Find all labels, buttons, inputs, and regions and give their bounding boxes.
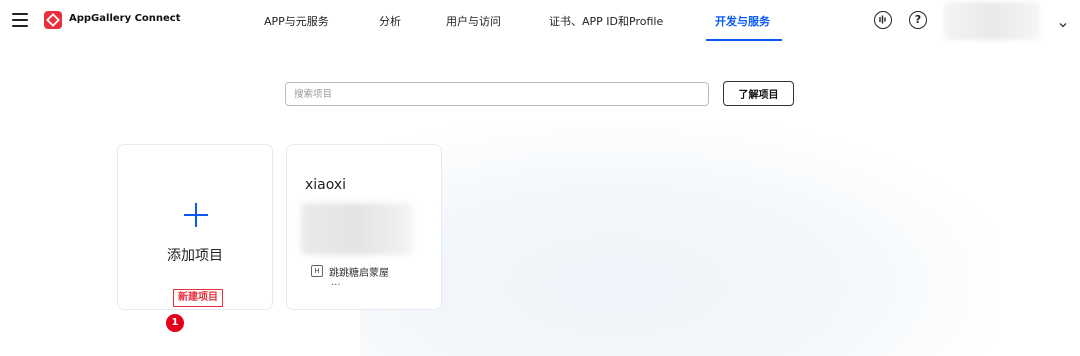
more-apps-indicator: ... — [331, 277, 341, 288]
help-icon[interactable]: ? — [909, 11, 927, 29]
nav-item-dev-services[interactable]: 开发与服务 — [715, 13, 770, 29]
project-name: xiaoxi — [305, 177, 347, 193]
add-project-card[interactable]: 添加项目 新建项目 — [117, 144, 273, 310]
menu-icon[interactable] — [12, 13, 28, 27]
brand-name[interactable]: AppGallery Connect — [69, 13, 181, 24]
project-info-redacted — [301, 203, 413, 255]
user-avatar[interactable] — [944, 2, 1040, 40]
help-symbol: ? — [914, 13, 922, 26]
plus-icon — [184, 203, 208, 227]
nav-item-app-services[interactable]: APP与元服务 — [264, 13, 329, 29]
voice-feedback-icon[interactable] — [874, 11, 892, 29]
chevron-down-icon[interactable] — [1058, 15, 1068, 28]
add-project-label: 添加项目 — [167, 248, 223, 264]
nav-item-analytics[interactable]: 分析 — [379, 13, 401, 29]
appgallery-logo-icon[interactable] — [44, 11, 62, 29]
top-bar: AppGallery Connect APP与元服务 分析 用户与访问 证书、A… — [0, 0, 1080, 42]
background-glow — [360, 120, 1000, 356]
step-badge: 1 — [166, 314, 184, 332]
project-card-xiaoxi[interactable]: xiaoxi H 跳跳糖启蒙屋 ... — [286, 144, 442, 310]
new-project-tag: 新建项目 — [173, 289, 223, 307]
nav-item-certificates[interactable]: 证书、APP ID和Profile — [549, 13, 663, 29]
nav-item-users-access[interactable]: 用户与访问 — [446, 13, 501, 29]
search-input[interactable] — [285, 82, 709, 106]
learn-project-button[interactable]: 了解项目 — [723, 81, 794, 106]
harmony-app-icon: H — [311, 265, 323, 277]
active-nav-indicator — [706, 39, 782, 41]
